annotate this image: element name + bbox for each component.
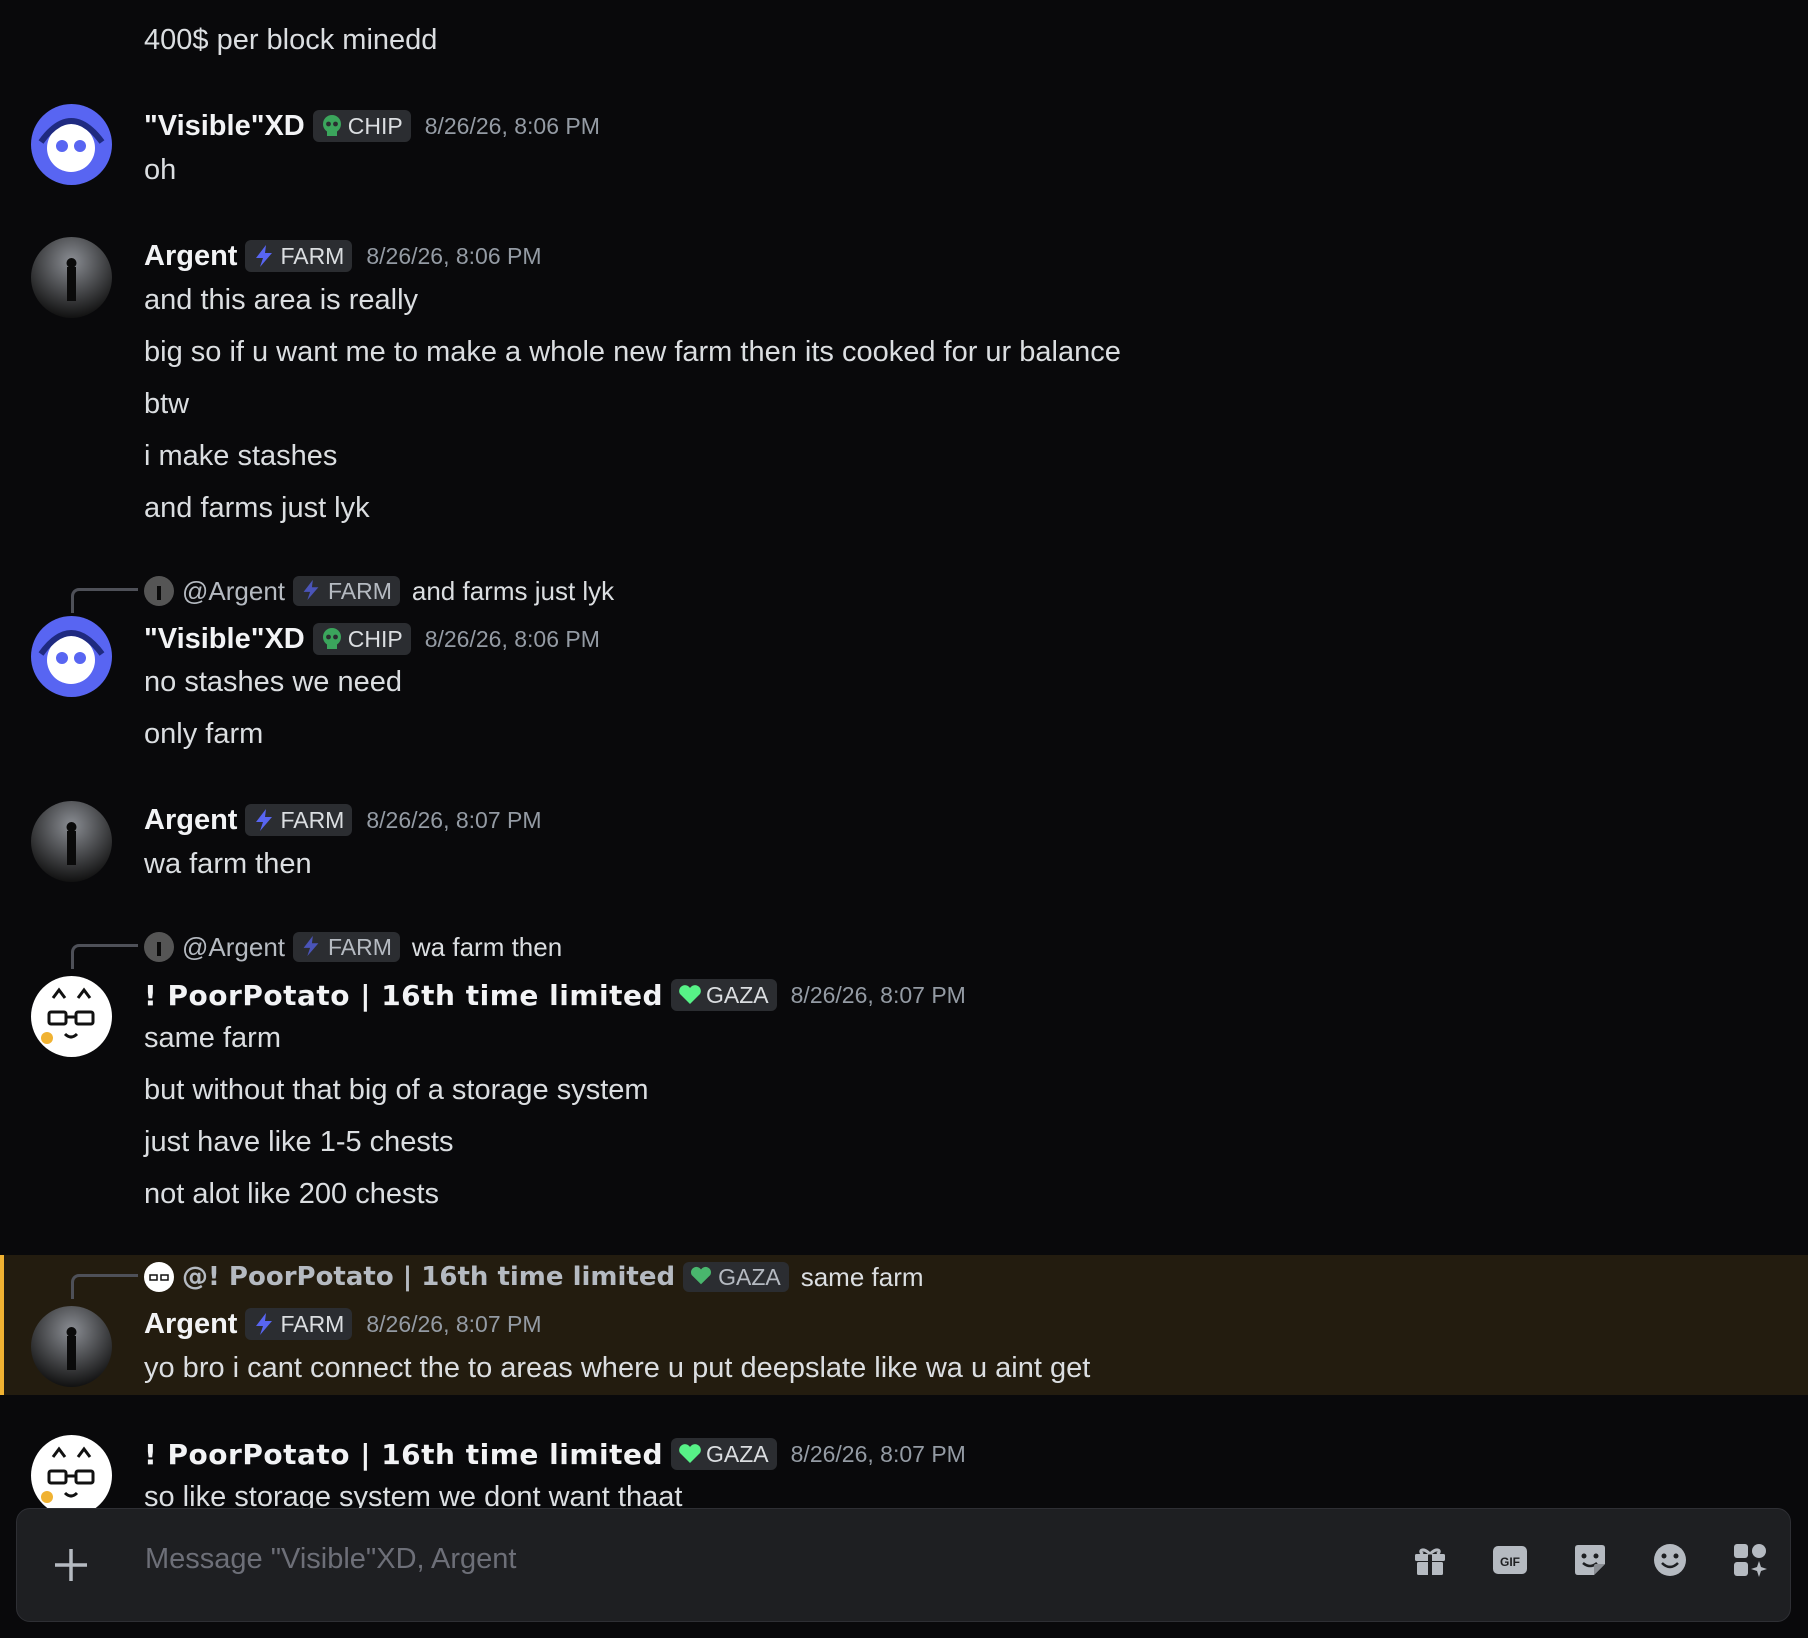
svg-text:GIF: GIF — [1500, 1555, 1520, 1569]
server-tag[interactable]: GAZA — [671, 1438, 777, 1470]
message-line: and farms just lyk — [144, 492, 370, 524]
message-line: and this area is really — [144, 284, 419, 316]
server-tag[interactable]: CHIP — [312, 110, 411, 142]
avatar-poorpotato[interactable] — [31, 976, 112, 1057]
lightning-icon — [251, 807, 277, 833]
username[interactable]: Argent — [144, 1308, 237, 1341]
heart-icon — [677, 1441, 703, 1467]
username[interactable]: Argent — [144, 240, 237, 273]
reply-preview[interactable]: @Argent FARM wa farm then — [144, 929, 562, 965]
server-tag[interactable]: FARM — [245, 804, 353, 836]
reply-tag: GAZA — [683, 1262, 789, 1292]
username[interactable]: ! PoorPotato | 16th time limited — [144, 1438, 663, 1471]
message-line: not alot like 200 chests — [144, 1178, 440, 1210]
message-header: Argent FARM 8/26/26, 8:07 PM — [144, 801, 542, 839]
heart-icon — [689, 1264, 715, 1290]
avatar-argent[interactable] — [31, 237, 112, 318]
message-line: btw — [144, 388, 190, 420]
username[interactable]: "Visible"XD — [144, 110, 305, 143]
plus-icon[interactable] — [51, 1545, 91, 1585]
message-header: "Visible"XD CHIP 8/26/26, 8:06 PM — [144, 107, 600, 145]
message-line: same farm — [144, 1022, 281, 1054]
message-line: so like storage system we dont want thaa… — [144, 1481, 683, 1508]
reply-spine — [71, 1274, 138, 1299]
server-tag[interactable]: CHIP — [312, 623, 411, 655]
sticker-icon[interactable] — [1572, 1542, 1608, 1578]
reply-avatar — [144, 1262, 174, 1292]
skull-icon — [319, 113, 345, 139]
username[interactable]: "Visible"XD — [144, 623, 305, 656]
lightning-icon — [251, 243, 277, 269]
timestamp[interactable]: 8/26/26, 8:07 PM — [366, 1311, 541, 1338]
server-tag[interactable]: FARM — [245, 1308, 353, 1340]
emoji-icon[interactable] — [1652, 1542, 1688, 1578]
avatar-visiblexd[interactable] — [31, 104, 112, 185]
reply-avatar — [144, 932, 174, 962]
message-header: ! PoorPotato | 16th time limited GAZA 8/… — [144, 1435, 966, 1473]
message-line: but without that big of a storage system — [144, 1074, 649, 1106]
message-input[interactable]: Message "Visible"XD, Argent — [145, 1543, 516, 1576]
heart-icon — [677, 982, 703, 1008]
message-line: oh — [144, 154, 177, 186]
lightning-icon — [251, 1311, 277, 1337]
message-header: Argent FARM 8/26/26, 8:06 PM — [144, 237, 542, 275]
message-line: i make stashes — [144, 440, 338, 472]
avatar-argent[interactable] — [31, 801, 112, 882]
timestamp[interactable]: 8/26/26, 8:06 PM — [425, 626, 600, 653]
timestamp[interactable]: 8/26/26, 8:06 PM — [366, 243, 541, 270]
avatar-argent[interactable] — [31, 1306, 112, 1387]
message-line: wa farm then — [144, 848, 312, 880]
composer-actions: GIF — [1412, 1542, 1768, 1578]
username[interactable]: Argent — [144, 804, 237, 837]
message-line: yo bro i cant connect the to areas where… — [144, 1352, 1091, 1384]
message-line: no stashes we need — [144, 666, 402, 698]
username[interactable]: ! PoorPotato | 16th time limited — [144, 979, 663, 1012]
apps-icon[interactable] — [1732, 1542, 1768, 1578]
timestamp[interactable]: 8/26/26, 8:06 PM — [425, 113, 600, 140]
lightning-icon — [299, 934, 325, 960]
lightning-icon — [299, 578, 325, 604]
reply-avatar — [144, 576, 174, 606]
server-tag[interactable]: GAZA — [671, 979, 777, 1011]
message-line: big so if u want me to make a whole new … — [144, 336, 1121, 368]
timestamp[interactable]: 8/26/26, 8:07 PM — [791, 982, 966, 1009]
message-header: Argent FARM 8/26/26, 8:07 PM — [144, 1305, 542, 1343]
reply-tag: FARM — [293, 932, 400, 962]
avatar-visiblexd[interactable] — [31, 616, 112, 697]
reply-spine — [71, 944, 138, 969]
timestamp[interactable]: 8/26/26, 8:07 PM — [366, 807, 541, 834]
reply-preview[interactable]: @Argent FARM and farms just lyk — [144, 573, 614, 609]
gif-icon[interactable]: GIF — [1492, 1542, 1528, 1578]
reply-tag: FARM — [293, 576, 400, 606]
message-list: 400$ per block minedd "Visible"XD CHIP 8… — [0, 0, 1808, 1508]
server-tag[interactable]: FARM — [245, 240, 353, 272]
timestamp[interactable]: 8/26/26, 8:07 PM — [791, 1441, 966, 1468]
skull-icon — [319, 626, 345, 652]
message-header: ! PoorPotato | 16th time limited GAZA 8/… — [144, 976, 966, 1014]
message-line: 400$ per block minedd — [144, 24, 438, 56]
avatar-poorpotato[interactable] — [31, 1435, 112, 1508]
message-header: "Visible"XD CHIP 8/26/26, 8:06 PM — [144, 620, 600, 658]
message-line: just have like 1-5 chests — [144, 1126, 454, 1158]
message-composer[interactable]: Message "Visible"XD, Argent GIF — [16, 1508, 1791, 1622]
reply-spine — [71, 588, 138, 613]
reply-preview[interactable]: @! PoorPotato | 16th time limited GAZA s… — [144, 1259, 924, 1295]
message-line: only farm — [144, 718, 264, 750]
gift-icon[interactable] — [1412, 1542, 1448, 1578]
